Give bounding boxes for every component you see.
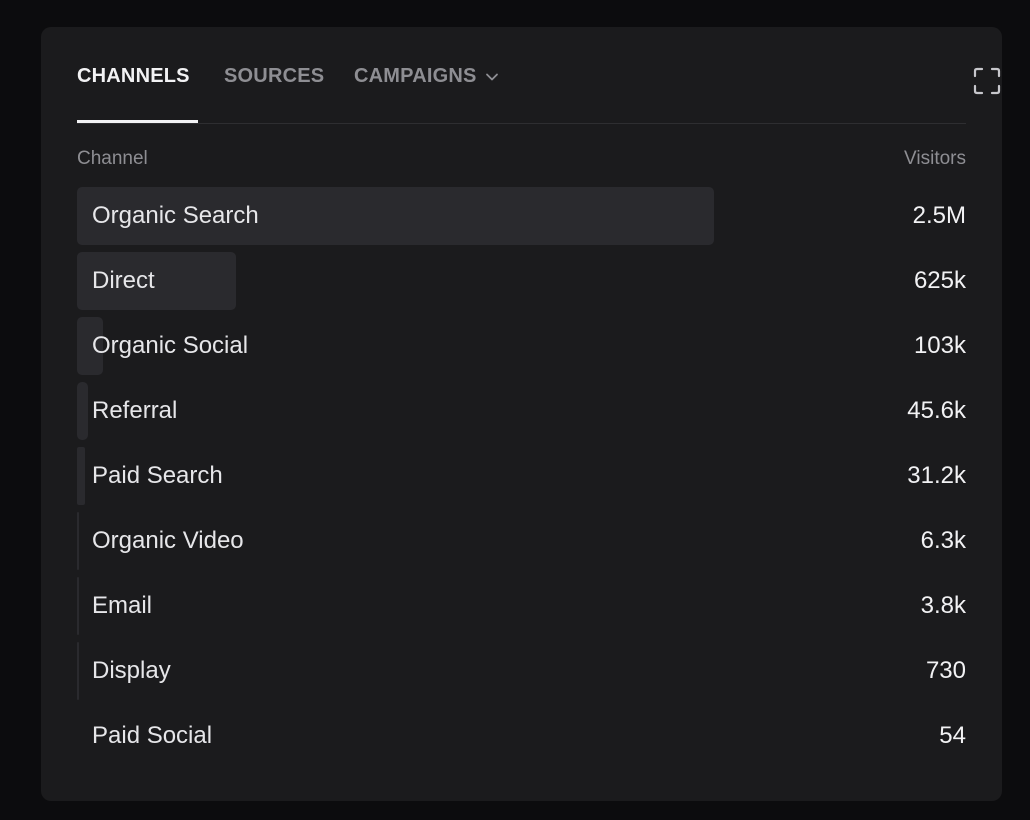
expand-icon[interactable] bbox=[973, 67, 1001, 95]
tab-campaigns[interactable]: CAMPAIGNS bbox=[354, 65, 499, 88]
channels-card: CHANNELS SOURCES CAMPAIGNS Channel Visit… bbox=[41, 27, 1002, 801]
row-value: 6.3k bbox=[920, 527, 966, 554]
row-value: 3.8k bbox=[920, 592, 966, 619]
row-label: Paid Search bbox=[92, 462, 223, 489]
table-row[interactable]: Organic Search 2.5M bbox=[77, 187, 966, 245]
row-label: Referral bbox=[92, 397, 178, 424]
row-label: Organic Video bbox=[92, 527, 244, 554]
row-label: Paid Social bbox=[92, 722, 213, 749]
tab-bar: CHANNELS SOURCES CAMPAIGNS bbox=[77, 27, 1001, 124]
row-value: 730 bbox=[925, 657, 966, 684]
table-row[interactable]: Organic Social 103k bbox=[77, 317, 966, 375]
column-header-channel: Channel bbox=[77, 148, 148, 169]
row-value: 54 bbox=[939, 722, 966, 749]
column-header-visitors: Visitors bbox=[904, 148, 966, 169]
row-value: 103k bbox=[913, 332, 966, 359]
tab-channels[interactable]: CHANNELS bbox=[77, 65, 190, 88]
row-value: 31.2k bbox=[907, 462, 966, 489]
table-row[interactable]: Referral 45.6k bbox=[77, 382, 966, 440]
chevron-down-icon bbox=[485, 73, 498, 80]
row-value: 45.6k bbox=[907, 397, 966, 424]
table-row[interactable]: Paid Social 54 bbox=[77, 707, 966, 765]
row-bar bbox=[77, 642, 79, 700]
row-label: Direct bbox=[92, 267, 155, 294]
row-value: 625k bbox=[913, 267, 966, 294]
tab-sources[interactable]: SOURCES bbox=[224, 65, 324, 88]
row-label: Organic Social bbox=[92, 332, 249, 359]
table-row[interactable]: Paid Search 31.2k bbox=[77, 447, 966, 505]
row-bar bbox=[77, 512, 79, 570]
table-row[interactable]: Organic Video 6.3k bbox=[77, 512, 966, 570]
tab-campaigns-label: CAMPAIGNS bbox=[354, 65, 477, 87]
row-label: Display bbox=[92, 657, 171, 684]
table-row[interactable]: Email 3.8k bbox=[77, 577, 966, 635]
row-bar bbox=[77, 577, 79, 635]
row-label: Email bbox=[92, 592, 153, 619]
row-bar bbox=[77, 447, 85, 505]
table-row[interactable]: Display 730 bbox=[77, 642, 966, 700]
row-bar bbox=[77, 382, 88, 440]
row-label: Organic Search bbox=[92, 202, 259, 229]
table-row[interactable]: Direct 625k bbox=[77, 252, 966, 310]
channel-list: Organic Search 2.5M Direct 625k Organic Soci… bbox=[77, 187, 966, 772]
active-tab-indicator bbox=[77, 120, 198, 123]
row-value: 2.5M bbox=[912, 202, 966, 229]
